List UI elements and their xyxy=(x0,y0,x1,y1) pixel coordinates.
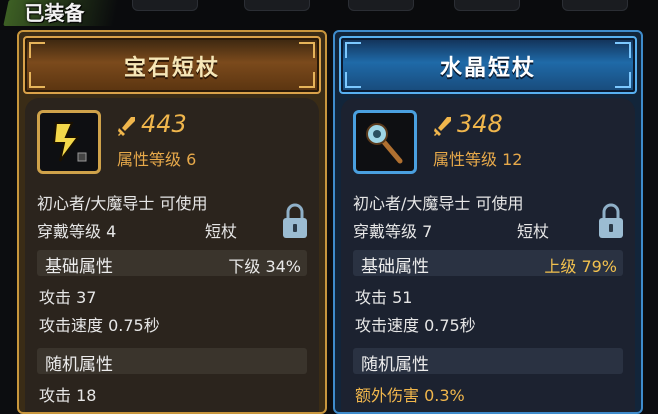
item-detail-panel: 348 属性等级 12 初心者/大魔导士 可使用 穿戴等级 7 短杖 基础属性 … xyxy=(341,98,635,412)
section-title: 基础属性 xyxy=(361,257,429,277)
wear-level: 穿戴等级 4 xyxy=(37,222,117,241)
item-card-compare[interactable]: 水晶短杖 348 属性等级 12 初心者/大魔导士 可使用 穿戴等级 7 短杖 xyxy=(333,30,643,414)
lock-icon[interactable] xyxy=(597,202,625,240)
stat-attack-speed: 攻击速度 0.75秒 xyxy=(39,316,160,335)
base-tier-rating: 下级 34% xyxy=(228,253,301,277)
usable-classes: 初心者/大魔导士 可使用 xyxy=(37,194,208,213)
usable-classes: 初心者/大魔导士 可使用 xyxy=(353,194,524,213)
power-value: 348 xyxy=(457,110,503,138)
attribute-grade: 属性等级 12 xyxy=(433,150,523,169)
top-tab[interactable] xyxy=(348,0,414,11)
item-name: 水晶短杖 xyxy=(439,56,536,81)
top-tab[interactable] xyxy=(454,0,520,11)
item-name-banner: 水晶短杖 xyxy=(339,36,637,94)
equipped-badge: 已装备 xyxy=(3,0,119,26)
lock-icon[interactable] xyxy=(281,202,309,240)
tier-percent: 79% xyxy=(581,257,617,276)
sword-power-icon xyxy=(434,117,451,136)
base-attributes-header: 基础属性 上级 79% xyxy=(353,250,623,277)
stat-attack-speed: 攻击速度 0.75秒 xyxy=(355,316,476,335)
tier-label: 上级 xyxy=(544,257,577,276)
crystal-staff-icon xyxy=(366,123,403,164)
power-value: 443 xyxy=(141,110,187,138)
weapon-type: 短杖 xyxy=(517,222,550,241)
lightning-staff-icon xyxy=(52,122,87,162)
stat-attack: 攻击 51 xyxy=(355,288,413,307)
sword-power-icon xyxy=(118,117,135,136)
item-name-banner: 宝石短杖 xyxy=(23,36,321,94)
tier-percent: 34% xyxy=(265,257,301,276)
tier-label: 下级 xyxy=(228,257,261,276)
top-tab[interactable] xyxy=(562,0,628,11)
base-tier-rating: 上级 79% xyxy=(544,253,617,277)
section-title: 随机属性 xyxy=(45,355,113,375)
weapon-type: 短杖 xyxy=(205,222,238,241)
stat-attack: 攻击 37 xyxy=(39,288,97,307)
random-attributes-header: 随机属性 xyxy=(353,348,623,375)
random-stat: 攻击 18 xyxy=(39,386,97,405)
item-detail-panel: 443 属性等级 6 初心者/大魔导士 可使用 穿戴等级 4 短杖 基础属性 下… xyxy=(25,98,319,412)
random-stat: 额外伤害 0.3% xyxy=(355,386,465,405)
top-tab[interactable] xyxy=(244,0,310,11)
item-icon-frame xyxy=(353,110,417,174)
wear-level: 穿戴等级 7 xyxy=(353,222,433,241)
item-card-equipped[interactable]: 宝石短杖 443 属性等级 6 初心者/大魔导士 可使用 穿戴等级 4 短杖 基… xyxy=(17,30,327,414)
top-tab[interactable] xyxy=(132,0,198,11)
equipped-label: 已装备 xyxy=(24,1,85,25)
item-name: 宝石短杖 xyxy=(123,56,220,81)
section-title: 基础属性 xyxy=(45,257,113,277)
attribute-grade: 属性等级 6 xyxy=(117,150,197,169)
base-attributes-header: 基础属性 下级 34% xyxy=(37,250,307,277)
section-title: 随机属性 xyxy=(361,355,429,375)
item-icon-frame xyxy=(37,110,101,174)
random-attributes-header: 随机属性 xyxy=(37,348,307,375)
